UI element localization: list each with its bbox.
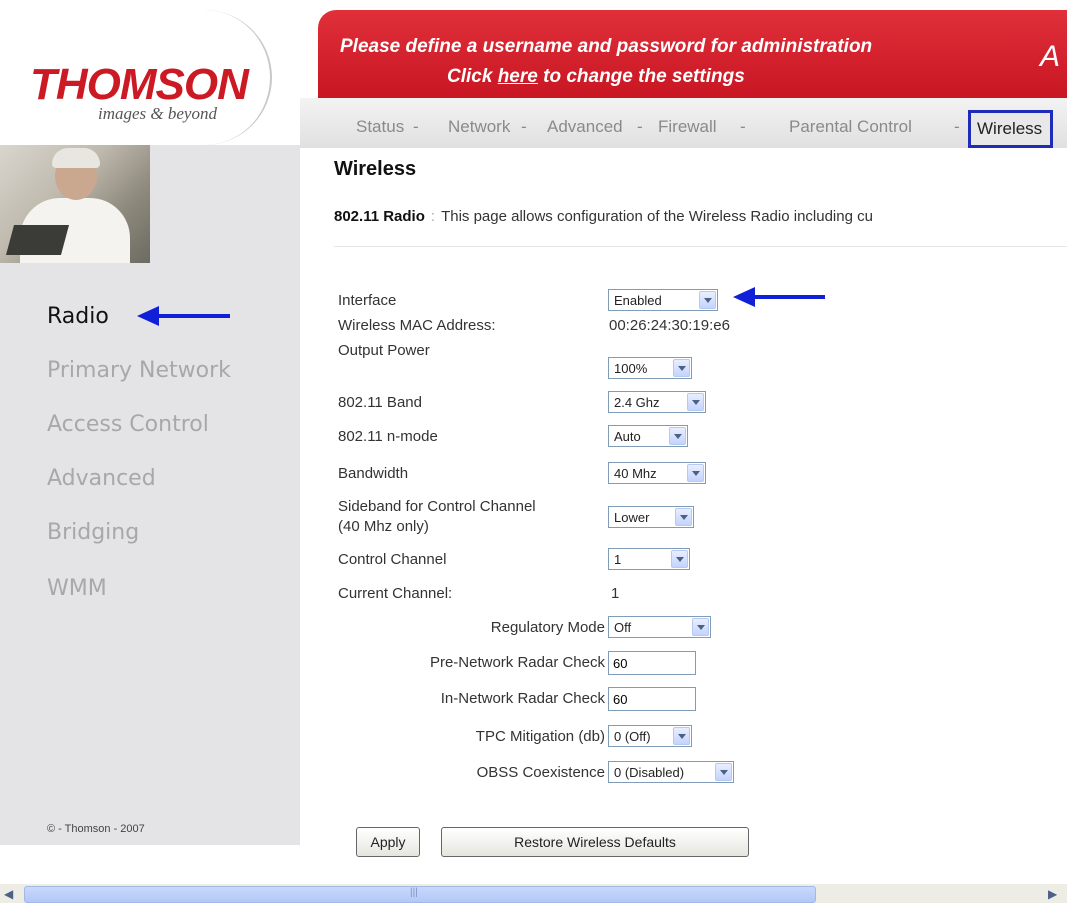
chevron-down-icon <box>687 464 704 482</box>
photo-laptop <box>5 225 70 255</box>
nav-separator: - <box>637 117 643 136</box>
sideband-sublabel: (40 Mhz only) <box>338 518 429 535</box>
chevron-down-icon <box>692 618 709 636</box>
tpc-value: 0 (Off) <box>614 729 651 744</box>
desc-label: 802.11 Radio <box>334 208 425 225</box>
divider <box>334 246 1067 247</box>
chevron-down-icon <box>673 359 690 377</box>
bandwidth-value: 40 Mhz <box>614 466 657 481</box>
nav-separator: - <box>740 117 746 136</box>
sideband-value: Lower <box>614 510 650 525</box>
output-power-label: Output Power <box>338 342 430 359</box>
chevron-down-icon <box>673 727 690 745</box>
nav-parental-control[interactable]: Parental Control <box>789 117 912 137</box>
chevron-down-icon <box>675 508 692 526</box>
regulatory-mode-label: Regulatory Mode <box>490 619 605 636</box>
nav-separator: - <box>413 117 419 136</box>
n-mode-label: 802.11 n-mode <box>338 428 438 445</box>
interface-value: Enabled <box>614 293 662 308</box>
control-channel-label: Control Channel <box>338 551 447 568</box>
thomson-logo: THOMSON <box>30 60 249 109</box>
pre-radar-input[interactable] <box>608 651 696 675</box>
tpc-label: TPC Mitigation (db) <box>475 728 605 745</box>
desc-separator: : <box>430 208 436 225</box>
chevron-down-icon <box>671 550 688 568</box>
obss-value: 0 (Disabled) <box>614 765 685 780</box>
nav-separator: - <box>954 117 960 136</box>
logo-tagline: images & beyond <box>98 104 217 123</box>
nav-advanced[interactable]: Advanced <box>547 117 623 137</box>
chevron-down-icon <box>669 427 686 445</box>
obss-label: OBSS Coexistence <box>476 764 605 781</box>
photo-hair <box>52 148 100 168</box>
band-select[interactable]: 2.4 Ghz <box>608 391 706 413</box>
band-value: 2.4 Ghz <box>614 395 660 410</box>
mac-value: 00:26:24:30:19:e6 <box>609 317 730 334</box>
nav-wireless[interactable]: Wireless <box>968 110 1054 148</box>
bandwidth-select[interactable]: 40 Mhz <box>608 462 706 484</box>
arrow-shaft <box>752 295 825 299</box>
banner-message: Please define a username and password fo… <box>340 36 873 57</box>
chevron-down-icon <box>715 763 732 781</box>
nav-firewall[interactable]: Firewall <box>658 117 717 137</box>
pre-radar-label: Pre-Network Radar Check <box>429 654 605 671</box>
control-channel-value: 1 <box>614 552 622 567</box>
current-channel-label: Current Channel: <box>338 585 453 602</box>
sidebar-item-access-control[interactable]: Access Control <box>47 412 209 437</box>
nav-network[interactable]: Network <box>448 117 510 137</box>
banner-change-settings: Click here to change the settings <box>447 66 745 88</box>
obss-select[interactable]: 0 (Disabled) <box>608 761 734 783</box>
n-mode-select[interactable]: Auto <box>608 425 688 447</box>
band-label: 802.11 Band <box>338 394 422 411</box>
banner-here-link[interactable]: here <box>498 66 538 87</box>
page-title: Wireless <box>334 158 417 180</box>
interface-label: Interface <box>338 292 397 309</box>
page-description: 802.11 Radio: This page allows configurat… <box>334 208 1067 225</box>
sidebar-item-bridging[interactable]: Bridging <box>47 520 139 545</box>
in-radar-input[interactable] <box>608 687 696 711</box>
apply-button[interactable]: Apply <box>356 827 420 857</box>
mac-label: Wireless MAC Address: <box>338 317 496 334</box>
current-channel-value: 1 <box>611 585 620 602</box>
sideband-select[interactable]: Lower <box>608 506 694 528</box>
nav-separator: - <box>521 117 527 136</box>
regulatory-mode-value: Off <box>614 620 632 635</box>
in-radar-label: In-Network Radar Check <box>440 690 605 707</box>
sidebar-item-wmm[interactable]: WMM <box>47 576 107 601</box>
output-power-select[interactable]: 100% <box>608 357 692 379</box>
banner-suffix: to change the settings <box>537 66 745 87</box>
copyright: © - Thomson - 2007 <box>47 823 145 835</box>
scroll-right-icon[interactable]: ▶ <box>1048 887 1057 901</box>
bandwidth-label: Bandwidth <box>338 465 409 482</box>
scroll-left-icon[interactable]: ◀ <box>4 887 13 901</box>
sidebar-item-radio[interactable]: Radio <box>47 304 109 329</box>
desc-text: This page allows configuration of the Wi… <box>441 208 873 225</box>
output-power-value: 100% <box>614 361 648 376</box>
regulatory-mode-select[interactable]: Off <box>608 616 711 638</box>
nav-status[interactable]: Status <box>356 117 404 137</box>
banner-cut-text: A <box>1040 40 1061 73</box>
arrow-shaft <box>155 314 230 318</box>
restore-defaults-button[interactable]: Restore Wireless Defaults <box>441 827 749 857</box>
sideband-label: Sideband for Control Channel <box>338 498 536 515</box>
scrollbar-grip-icon: ||| <box>410 887 418 898</box>
control-channel-select[interactable]: 1 <box>608 548 690 570</box>
chevron-down-icon <box>699 291 716 309</box>
sidebar-item-primary-network[interactable]: Primary Network <box>47 358 231 383</box>
chevron-down-icon <box>687 393 704 411</box>
interface-select[interactable]: Enabled <box>608 289 718 311</box>
tpc-select[interactable]: 0 (Off) <box>608 725 692 747</box>
sidebar-item-advanced[interactable]: Advanced <box>47 466 156 491</box>
n-mode-value: Auto <box>614 429 641 444</box>
scrollbar-thumb[interactable] <box>24 886 816 903</box>
banner-prefix: Click <box>447 66 498 87</box>
